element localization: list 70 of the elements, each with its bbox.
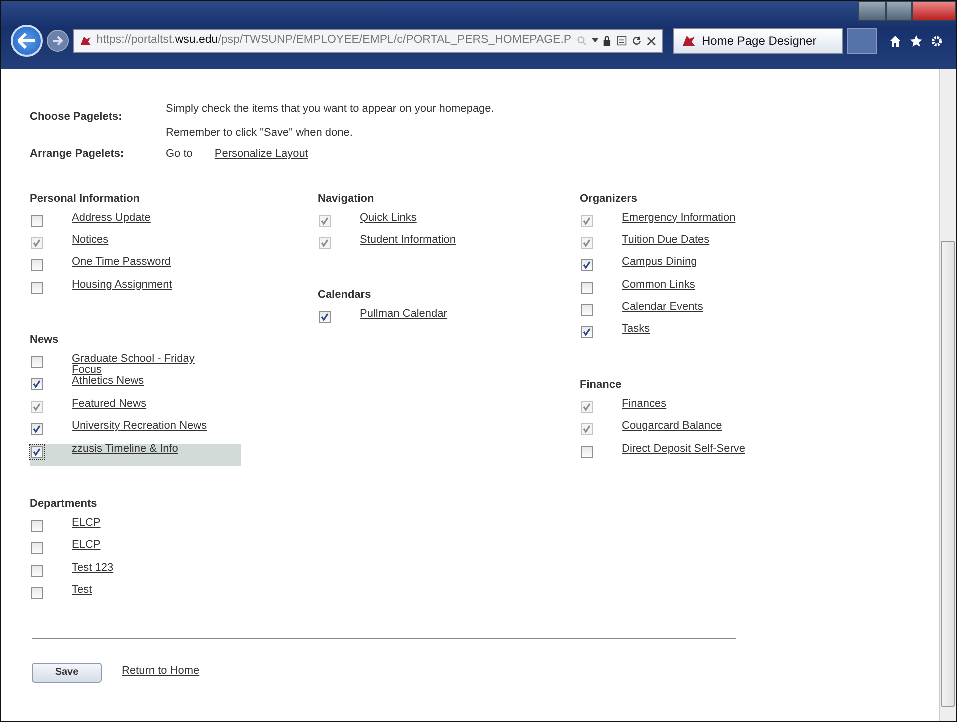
checkbox[interactable] — [31, 378, 43, 390]
field-label: Choose Pagelets: — [30, 110, 124, 125]
scroll-thumb[interactable] — [941, 241, 955, 707]
instruction-text: Simply check the items that you want to appear on your homepage. — [166, 102, 494, 117]
checkbox[interactable] — [31, 214, 43, 226]
address-bar[interactable]: https://portaltst.wsu.edu/psp/TWSUNP/EMPLOYEE/EMPL/c/PORTAL_PERS_HOMEPAGE.P — [73, 29, 663, 53]
pagelet-link[interactable]: ELCP — [72, 540, 212, 552]
pagelet-link[interactable]: ELCP — [72, 518, 212, 530]
back-arrow-icon — [18, 33, 36, 49]
pagelet-link[interactable]: Graduate School - Friday Focus — [72, 354, 212, 376]
pagelet-link[interactable]: Common Links — [622, 280, 762, 291]
pagelet-link[interactable]: Tasks — [622, 324, 762, 336]
dropdown-icon[interactable] — [592, 38, 598, 44]
save-button[interactable]: Save — [32, 662, 102, 683]
minimize-button[interactable] — [858, 1, 886, 21]
search-icon — [576, 35, 587, 47]
checkbox[interactable] — [31, 356, 43, 368]
section-heading: Navigation — [318, 192, 376, 206]
section-heading: Organizers — [580, 192, 638, 206]
stop-icon[interactable] — [646, 36, 656, 46]
pagelet-link[interactable]: Direct Deposit Self-Serve — [622, 444, 762, 455]
pagelet-link[interactable]: zzusis Timeline & Info — [72, 444, 212, 455]
pagelet-link[interactable]: Housing Assignment — [72, 280, 212, 291]
checkbox[interactable] — [31, 542, 43, 554]
section-heading: Departments — [30, 497, 98, 512]
section-heading: Calendars — [318, 288, 372, 304]
checkbox[interactable] — [31, 259, 43, 272]
checkbox[interactable] — [581, 446, 593, 458]
checkbox[interactable] — [31, 446, 43, 458]
personalize-layout-link[interactable]: Personalize Layout — [214, 146, 308, 162]
forward-button[interactable] — [47, 30, 69, 52]
checkbox[interactable] — [581, 259, 593, 272]
checkbox[interactable] — [31, 564, 43, 577]
back-button[interactable] — [11, 25, 43, 57]
instruction-text: Remember to click "Save" when done. — [166, 126, 354, 140]
section-heading: Personal Information — [30, 192, 142, 206]
pagelet-link[interactable]: Pullman Calendar — [360, 309, 500, 320]
checkbox[interactable] — [319, 311, 331, 324]
refresh-icon[interactable] — [632, 35, 642, 47]
field-label: Arrange Pagelets: — [30, 147, 126, 162]
browser-tab[interactable]: Home Page Designer — [673, 28, 843, 54]
close-button[interactable] — [912, 1, 956, 21]
checkbox[interactable] — [581, 282, 593, 294]
lock-icon — [603, 35, 612, 47]
compatibility-icon[interactable] — [616, 35, 627, 47]
pagelet-link[interactable]: Test — [72, 585, 212, 596]
maximize-button[interactable] — [886, 1, 912, 21]
pagelet-link[interactable]: Athletics News — [72, 376, 212, 388]
checkbox[interactable] — [31, 423, 43, 436]
pagelet-link[interactable]: One Time Password — [72, 257, 212, 268]
checkbox[interactable] — [31, 587, 43, 600]
pagelet-link[interactable]: University Recreation News — [72, 421, 212, 432]
checkbox[interactable] — [581, 304, 593, 316]
checkbox[interactable] — [31, 282, 43, 294]
pagelet-link[interactable]: Test 123 — [72, 562, 212, 574]
pagelet-link[interactable]: Calendar Events — [622, 302, 762, 314]
home-icon[interactable] — [889, 34, 902, 48]
return-to-home-link[interactable]: Return to Home — [122, 662, 200, 680]
star-icon[interactable] — [910, 34, 923, 48]
tab-title: Home Page Designer — [702, 33, 817, 50]
section-heading: Finance — [580, 378, 623, 393]
checkbox[interactable] — [31, 520, 43, 532]
instruction-text: Go to — [166, 147, 193, 162]
pagelet-link[interactable]: Address Update — [72, 212, 212, 224]
pagelet-link[interactable]: Campus Dining — [622, 257, 762, 268]
forward-arrow-icon — [52, 36, 64, 46]
scrollbar[interactable] — [939, 69, 956, 721]
url-text: https://portaltst.wsu.edu/psp/TWSUNP/EMPLOYEE/EMPL/c/PORTAL_PERS_HOMEPAGE.P — [96, 33, 572, 48]
checkbox[interactable] — [581, 326, 593, 338]
section-heading: News — [30, 333, 60, 348]
